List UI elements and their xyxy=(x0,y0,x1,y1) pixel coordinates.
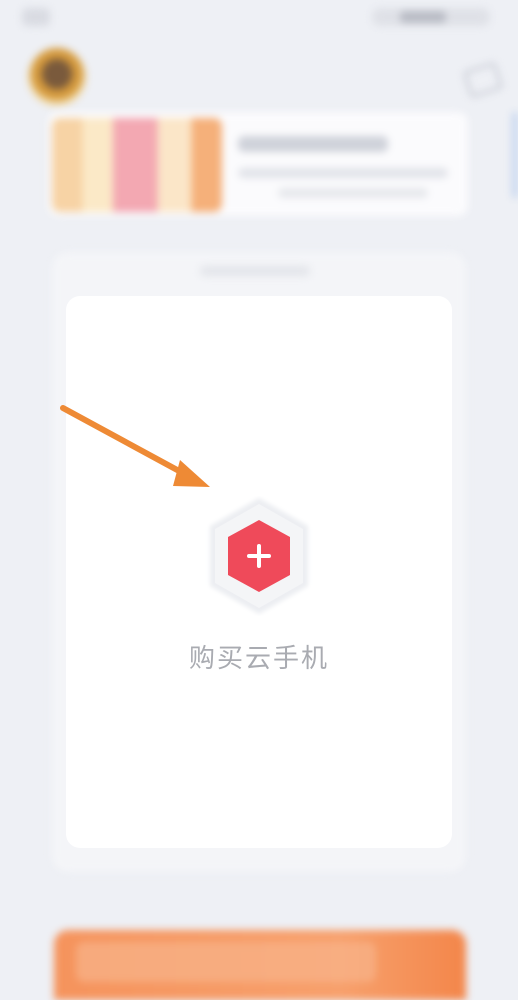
status-bar xyxy=(0,0,518,36)
bottom-promo-text xyxy=(76,942,376,982)
status-time xyxy=(22,8,50,26)
battery-icon xyxy=(372,8,490,26)
promo-banner[interactable] xyxy=(48,112,468,216)
plus-icon xyxy=(210,498,308,614)
avatar[interactable] xyxy=(28,48,86,106)
buy-cloud-phone-button[interactable]: 购买云手机 xyxy=(188,496,330,676)
side-tab[interactable] xyxy=(512,112,518,198)
buy-cloud-phone-label: 购买云手机 xyxy=(188,644,329,674)
card-title xyxy=(200,266,310,276)
bottom-promo-bar[interactable] xyxy=(54,930,466,1000)
promo-subtitle-2 xyxy=(278,188,428,198)
promo-title xyxy=(238,136,388,152)
promo-image xyxy=(52,118,222,212)
edit-icon[interactable] xyxy=(462,61,504,99)
promo-subtitle xyxy=(238,168,448,178)
